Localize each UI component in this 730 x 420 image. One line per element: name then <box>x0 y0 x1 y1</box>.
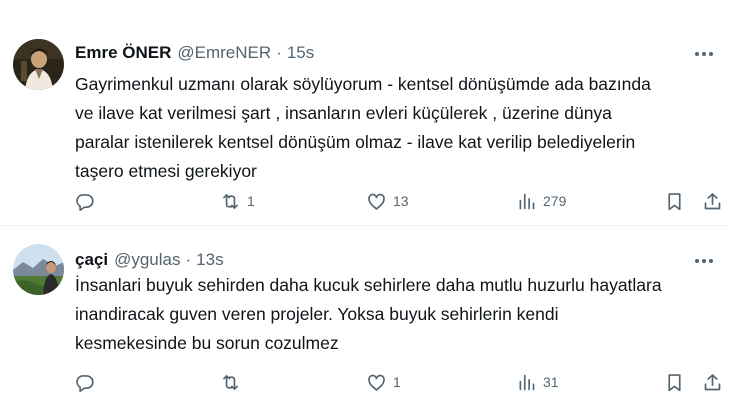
tweet-header: Emre ÖNER @EmreNER · 15s <box>75 41 314 65</box>
heart-icon <box>368 193 385 210</box>
like-button[interactable]: 1 <box>366 369 401 395</box>
timestamp[interactable]: 13s <box>196 250 223 270</box>
views-button[interactable]: 279 <box>516 188 566 214</box>
retweet-count: 1 <box>247 193 255 209</box>
more-icon[interactable] <box>692 251 716 271</box>
bookmark-icon <box>668 192 681 210</box>
avatar-image <box>13 244 64 295</box>
share-icon <box>704 373 721 390</box>
views-icon <box>519 193 535 209</box>
author-handle[interactable]: @ygulas <box>114 250 180 270</box>
reply-button[interactable] <box>74 369 101 395</box>
like-button[interactable]: 13 <box>366 188 409 214</box>
retweet-icon <box>223 374 238 390</box>
timestamp[interactable]: 15s <box>287 43 314 63</box>
separator-dot: · <box>185 250 192 269</box>
retweet-icon <box>223 193 238 209</box>
bookmark-button[interactable] <box>664 188 685 214</box>
like-count: 1 <box>393 374 401 390</box>
reply-button[interactable] <box>74 188 101 214</box>
views-icon <box>519 374 535 390</box>
bookmark-icon <box>668 373 681 391</box>
author-handle[interactable]: @EmreNER <box>177 43 271 63</box>
reply-icon <box>76 374 94 392</box>
tweet-text: Gayrimenkul uzmanı olarak söylüyorum - k… <box>75 74 651 181</box>
reply-icon <box>76 193 94 211</box>
retweet-button[interactable]: 1 <box>220 188 255 214</box>
author-name[interactable]: Emre ÖNER <box>75 43 171 63</box>
view-count: 31 <box>543 374 559 390</box>
tweet[interactable]: Emre ÖNER @EmreNER · 15s Gayrimenkul uzm… <box>0 0 730 226</box>
author-name[interactable]: çaçi <box>75 250 108 270</box>
avatar-image <box>13 39 64 90</box>
separator-dot: · <box>276 43 282 62</box>
like-count: 13 <box>393 193 409 209</box>
action-bar: 1 13 279 <box>74 188 724 214</box>
tweet-header: çaçi @ygulas · 13s <box>75 248 224 272</box>
more-icon[interactable] <box>692 44 716 64</box>
share-icon <box>704 192 721 209</box>
view-count: 279 <box>543 193 567 209</box>
avatar[interactable] <box>13 244 64 295</box>
share-button[interactable] <box>702 369 723 395</box>
views-button[interactable]: 31 <box>516 369 559 395</box>
avatar[interactable] <box>13 39 64 90</box>
heart-icon <box>368 374 385 391</box>
tweet-text: İnsanlari buyuk sehirden daha kucuk sehi… <box>75 275 662 353</box>
action-bar: 1 31 <box>74 369 724 395</box>
tweet[interactable]: çaçi @ygulas · 13s İnsanlari buyuk sehir… <box>0 227 730 420</box>
bookmark-button[interactable] <box>664 369 685 395</box>
share-button[interactable] <box>702 188 723 214</box>
retweet-button[interactable] <box>220 369 247 395</box>
